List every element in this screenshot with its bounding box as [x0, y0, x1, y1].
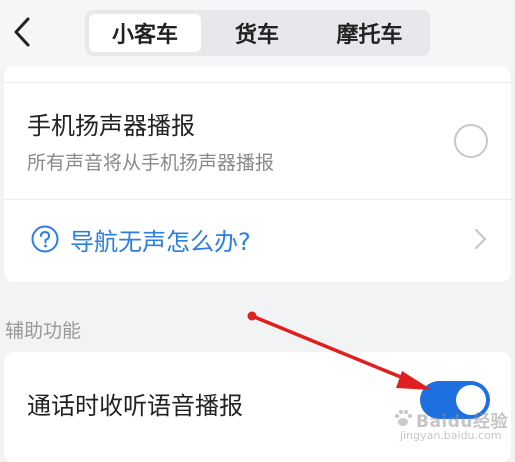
chevron-left-icon: [14, 17, 30, 47]
top-bar: 小客车 货车 摩托车: [0, 0, 515, 68]
toggle-knob: [456, 385, 486, 415]
help-link-label: 导航无声怎么办?: [70, 228, 251, 256]
chevron-right-icon: [474, 228, 487, 250]
speaker-option-subtitle: 所有声音将从手机扬声器播报: [27, 152, 275, 174]
question-circle-icon: [31, 225, 59, 253]
vehicle-type-tabs: 小客车 货车 摩托车: [85, 10, 430, 56]
tab-truck[interactable]: 货车: [203, 14, 311, 52]
help-no-sound-link[interactable]: 导航无声怎么办?: [4, 200, 511, 280]
tab-car[interactable]: 小客车: [89, 14, 201, 52]
call-listen-toggle[interactable]: [420, 381, 490, 419]
assist-card: 通话时收听语音播报: [4, 352, 511, 462]
speaker-option-radio[interactable]: [454, 124, 488, 158]
divider: [4, 82, 515, 83]
call-listen-title: 通话时收听语音播报: [27, 392, 243, 420]
speaker-option-title: 手机扬声器播报: [27, 112, 195, 140]
section-header-assist: 辅助功能: [5, 320, 82, 342]
tab-motorcycle[interactable]: 摩托车: [313, 14, 426, 52]
back-button[interactable]: [8, 14, 36, 50]
